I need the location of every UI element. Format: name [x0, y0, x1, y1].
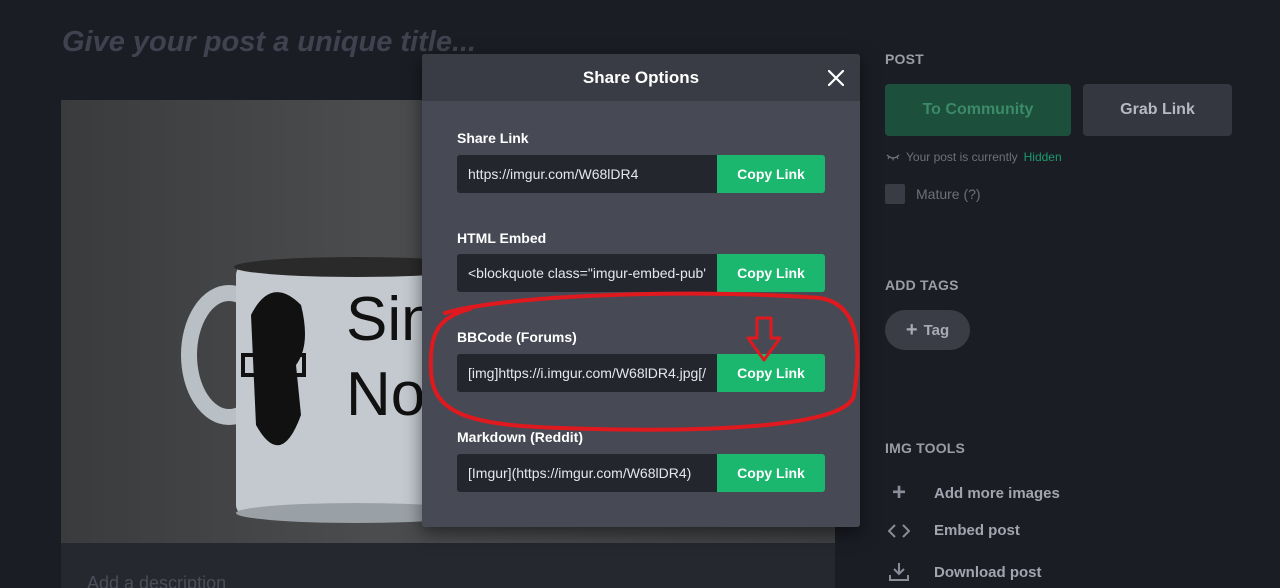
- add-tags-heading: ADD TAGS: [885, 277, 959, 293]
- mature-checkbox[interactable]: [885, 184, 905, 204]
- post-heading: POST: [885, 51, 924, 67]
- status-prefix: Your post is currently: [906, 150, 1018, 164]
- bbcode-label: BBCode (Forums): [457, 329, 577, 345]
- modal-title: Share Options: [582, 68, 700, 87]
- bbcode-input[interactable]: [457, 354, 717, 392]
- share-options-modal: Share Options Share Link Copy Link HTML …: [422, 54, 860, 527]
- plus-icon: +: [905, 319, 918, 341]
- embed-post-button[interactable]: Embed post: [888, 522, 1020, 539]
- share-link-label: Share Link: [457, 130, 529, 146]
- html-embed-input[interactable]: [457, 254, 717, 292]
- download-post-button[interactable]: Download post: [888, 562, 1042, 582]
- plus-icon: +: [891, 479, 906, 506]
- tag-button-label: Tag: [923, 321, 950, 339]
- copy-html-embed-button[interactable]: Copy Link: [717, 254, 825, 292]
- description-placeholder: Add a description: [87, 573, 227, 588]
- markdown-input[interactable]: [457, 454, 717, 492]
- copy-share-link-button[interactable]: Copy Link: [717, 155, 825, 193]
- img-tools-heading: IMG TOOLS: [885, 440, 966, 456]
- share-link-input[interactable]: [457, 155, 717, 193]
- html-embed-label: HTML Embed: [457, 230, 547, 246]
- code-icon: [888, 523, 910, 539]
- tool-label: Download post: [934, 563, 1042, 581]
- tool-label: Add more images: [934, 484, 1060, 502]
- mature-label: Mature (?): [916, 186, 981, 202]
- download-icon: [888, 562, 910, 582]
- add-tag-button[interactable]: + Tag: [885, 310, 970, 350]
- grab-link-button[interactable]: Grab Link: [1083, 84, 1232, 136]
- add-more-images-button[interactable]: + Add more images: [888, 481, 1060, 505]
- tool-label: Embed post: [934, 522, 1020, 539]
- close-icon[interactable]: [826, 68, 846, 88]
- post-title-input[interactable]: Give your post a unique title...: [62, 26, 476, 59]
- status-hidden-link[interactable]: Hidden: [1024, 150, 1062, 164]
- to-community-button[interactable]: To Community: [885, 84, 1071, 136]
- hidden-eye-icon: [886, 154, 900, 161]
- markdown-label: Markdown (Reddit): [457, 429, 583, 445]
- visibility-status: Your post is currently Hidden: [886, 150, 1062, 164]
- copy-markdown-button[interactable]: Copy Link: [717, 454, 825, 492]
- description-area[interactable]: Add a description: [61, 543, 835, 588]
- copy-bbcode-button[interactable]: Copy Link: [717, 354, 825, 392]
- mature-toggle[interactable]: Mature (?): [885, 184, 981, 204]
